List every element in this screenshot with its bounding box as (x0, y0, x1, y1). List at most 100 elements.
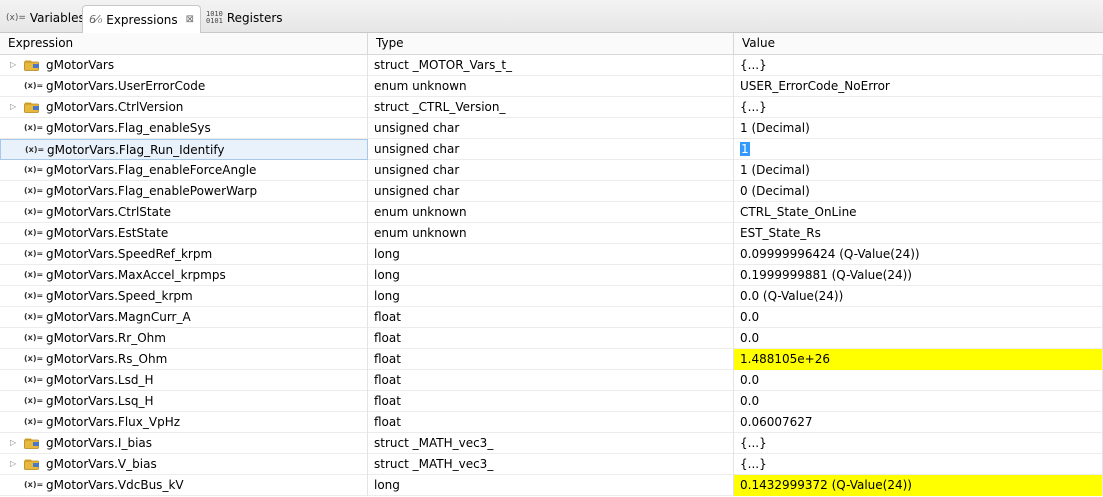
expression-name: gMotorVars.Rr_Ohm (46, 331, 166, 345)
value-cell[interactable]: {...} (734, 433, 1103, 454)
expression-cell[interactable]: (x)= gMotorVars.Speed_krpm (0, 286, 368, 307)
expand-arrow-icon[interactable]: ▷ (10, 433, 20, 453)
expression-name: gMotorVars.Flag_enablePowerWarp (46, 184, 258, 198)
value-cell[interactable]: CTRL_State_OnLine (734, 202, 1103, 223)
expression-name: gMotorVars.Flag_enableSys (46, 121, 211, 135)
expression-cell[interactable]: (x)= gMotorVars.Flag_enableSys (0, 118, 368, 139)
expression-cell[interactable]: (x)= gMotorVars.Flux_VpHz (0, 412, 368, 433)
tab-registers-label: Registers (226, 11, 283, 25)
expression-cell[interactable]: ▷ gMotorVars.V_bias (0, 454, 368, 475)
expression-name: gMotorVars.I_bias (46, 436, 153, 450)
value-cell[interactable]: USER_ErrorCode_NoError (734, 76, 1103, 97)
value-cell[interactable]: {...} (734, 55, 1103, 76)
value-cell[interactable]: 0.1999999881 (Q-Value(24)) (734, 265, 1103, 286)
table-row[interactable]: (x)= gMotorVars.CtrlState enum unknown CTRL… (0, 202, 1103, 223)
expression-cell[interactable]: (x)= gMotorVars.Flag_enablePowerWarp (0, 181, 368, 202)
table-row[interactable]: (x)= gMotorVars.Speed_krpm long 0.0 (Q-Valu… (0, 286, 1103, 307)
value-cell[interactable]: 0.1432999372 (Q-Value(24)) (734, 475, 1103, 496)
expression-cell[interactable]: (x)= gMotorVars.Flag_enableForceAngle (0, 160, 368, 181)
value-cell[interactable]: 0.0 (734, 328, 1103, 349)
tab-registers[interactable]: 1010 0101 Registers (200, 5, 289, 31)
view-tab-bar: (x)= Variables 6⁄₀ Expressions ⊠ 1010 01… (0, 0, 1103, 33)
expression-cell[interactable]: (x)= gMotorVars.Rr_Ohm (0, 328, 368, 349)
expression-cell[interactable]: (x)= gMotorVars.CtrlState (0, 202, 368, 223)
value-cell[interactable]: 0.0 (734, 391, 1103, 412)
value-cell[interactable]: 0.09999996424 (Q-Value(24)) (734, 244, 1103, 265)
table-row[interactable]: (x)= gMotorVars.Flag_Run_Identify unsigned… (0, 139, 1103, 160)
value-cell[interactable]: 0.0 (734, 307, 1103, 328)
variable-icon: (x)= (24, 123, 44, 132)
value-cell[interactable]: 1 (734, 139, 1103, 160)
expression-cell[interactable]: (x)= gMotorVars.Flag_Run_Identify (0, 139, 368, 160)
expand-arrow-icon[interactable]: ▷ (10, 454, 20, 474)
struct-folder-icon (24, 60, 39, 71)
table-row[interactable]: ▷ gMotorVars struct _MOTOR_Vars_t_ {...} (0, 55, 1103, 76)
expression-name: gMotorVars.V_bias (46, 457, 157, 471)
tab-expressions[interactable]: 6⁄₀ Expressions ⊠ (82, 5, 202, 33)
variable-icon: (x)= (24, 207, 44, 216)
table-row[interactable]: (x)= gMotorVars.Flag_enableForceAngle unsi… (0, 160, 1103, 181)
type-cell: enum unknown (368, 76, 734, 97)
expressions-table: Expression Type Value ▷ gMotorVars struct … (0, 33, 1103, 496)
variable-icon: (x)= (24, 270, 44, 279)
tab-expressions-label: Expressions (106, 12, 178, 27)
table-row[interactable]: (x)= gMotorVars.UserErrorCode enum unknown… (0, 76, 1103, 97)
type-cell: enum unknown (368, 223, 734, 244)
table-row[interactable]: (x)= gMotorVars.Lsq_H float 0.0 (0, 391, 1103, 412)
column-header-value[interactable]: Value (734, 33, 1103, 54)
expand-arrow-icon[interactable]: ▷ (10, 97, 20, 117)
value-cell[interactable]: 0.0 (734, 370, 1103, 391)
table-row[interactable]: ▷ gMotorVars.CtrlVersion struct _CTRL_Vers… (0, 97, 1103, 118)
value-cell[interactable]: {...} (734, 97, 1103, 118)
table-row[interactable]: (x)= gMotorVars.SpeedRef_krpm long 0.099999… (0, 244, 1103, 265)
table-row[interactable]: (x)= gMotorVars.Flag_enablePowerWarp unsig… (0, 181, 1103, 202)
table-row[interactable]: ▷ gMotorVars.I_bias struct _MATH_vec3_ {...… (0, 433, 1103, 454)
expression-cell[interactable]: (x)= gMotorVars.VdcBus_kV (0, 475, 368, 496)
value-cell[interactable]: {...} (734, 454, 1103, 475)
type-cell: unsigned char (368, 139, 734, 160)
column-header-expression[interactable]: Expression (0, 33, 368, 54)
expression-name: gMotorVars.VdcBus_kV (46, 478, 184, 492)
table-row[interactable]: (x)= gMotorVars.VdcBus_kV long 0.1432999372… (0, 475, 1103, 496)
table-row[interactable]: (x)= gMotorVars.Rr_Ohm float 0.0 (0, 328, 1103, 349)
value-cell[interactable]: 0.06007627 (734, 412, 1103, 433)
column-header-type[interactable]: Type (368, 33, 734, 54)
table-row[interactable]: ▷ gMotorVars.V_bias struct _MATH_vec3_ {...… (0, 454, 1103, 475)
type-cell: float (368, 370, 734, 391)
value-cell[interactable]: 1 (Decimal) (734, 160, 1103, 181)
expression-cell[interactable]: (x)= gMotorVars.UserErrorCode (0, 76, 368, 97)
table-row[interactable]: (x)= gMotorVars.Flag_enableSys unsigned ch… (0, 118, 1103, 139)
value-cell[interactable]: 0 (Decimal) (734, 181, 1103, 202)
table-row[interactable]: (x)= gMotorVars.Flux_VpHz float 0.06007627 (0, 412, 1103, 433)
expression-cell[interactable]: (x)= gMotorVars.Rs_Ohm (0, 349, 368, 370)
table-row[interactable]: (x)= gMotorVars.EstState enum unknown EST_S… (0, 223, 1103, 244)
expression-cell[interactable]: (x)= gMotorVars.MagnCurr_A (0, 307, 368, 328)
struct-folder-icon (24, 438, 39, 449)
value-cell[interactable]: 1 (Decimal) (734, 118, 1103, 139)
type-cell: unsigned char (368, 118, 734, 139)
table-row[interactable]: (x)= gMotorVars.MaxAccel_krpmps long 0.1999… (0, 265, 1103, 286)
table-row[interactable]: (x)= gMotorVars.Lsd_H float 0.0 (0, 370, 1103, 391)
expression-cell[interactable]: ▷ gMotorVars.CtrlVersion (0, 97, 368, 118)
tab-variables-label: Variables (29, 11, 85, 25)
value-cell[interactable]: 1.488105e+26 (734, 349, 1103, 370)
type-cell: long (368, 475, 734, 496)
type-cell: float (368, 307, 734, 328)
table-row[interactable]: (x)= gMotorVars.MagnCurr_A float 0.0 (0, 307, 1103, 328)
expression-cell[interactable]: (x)= gMotorVars.SpeedRef_krpm (0, 244, 368, 265)
value-edit-selection[interactable]: 1 (740, 142, 750, 156)
expression-cell[interactable]: (x)= gMotorVars.Lsq_H (0, 391, 368, 412)
expression-cell[interactable]: (x)= gMotorVars.MaxAccel_krpmps (0, 265, 368, 286)
value-cell[interactable]: 0.0 (Q-Value(24)) (734, 286, 1103, 307)
expression-cell[interactable]: (x)= gMotorVars.Lsd_H (0, 370, 368, 391)
close-icon[interactable]: ⊠ (186, 14, 194, 25)
type-cell: float (368, 412, 734, 433)
expression-cell[interactable]: ▷ gMotorVars.I_bias (0, 433, 368, 454)
expression-name: gMotorVars.CtrlVersion (46, 100, 184, 114)
value-cell[interactable]: EST_State_Rs (734, 223, 1103, 244)
expand-arrow-icon[interactable]: ▷ (10, 55, 20, 75)
tab-variables[interactable]: (x)= Variables (0, 5, 91, 31)
table-row[interactable]: (x)= gMotorVars.Rs_Ohm float 1.488105e+26 (0, 349, 1103, 370)
expression-cell[interactable]: (x)= gMotorVars.EstState (0, 223, 368, 244)
expression-cell[interactable]: ▷ gMotorVars (0, 55, 368, 76)
